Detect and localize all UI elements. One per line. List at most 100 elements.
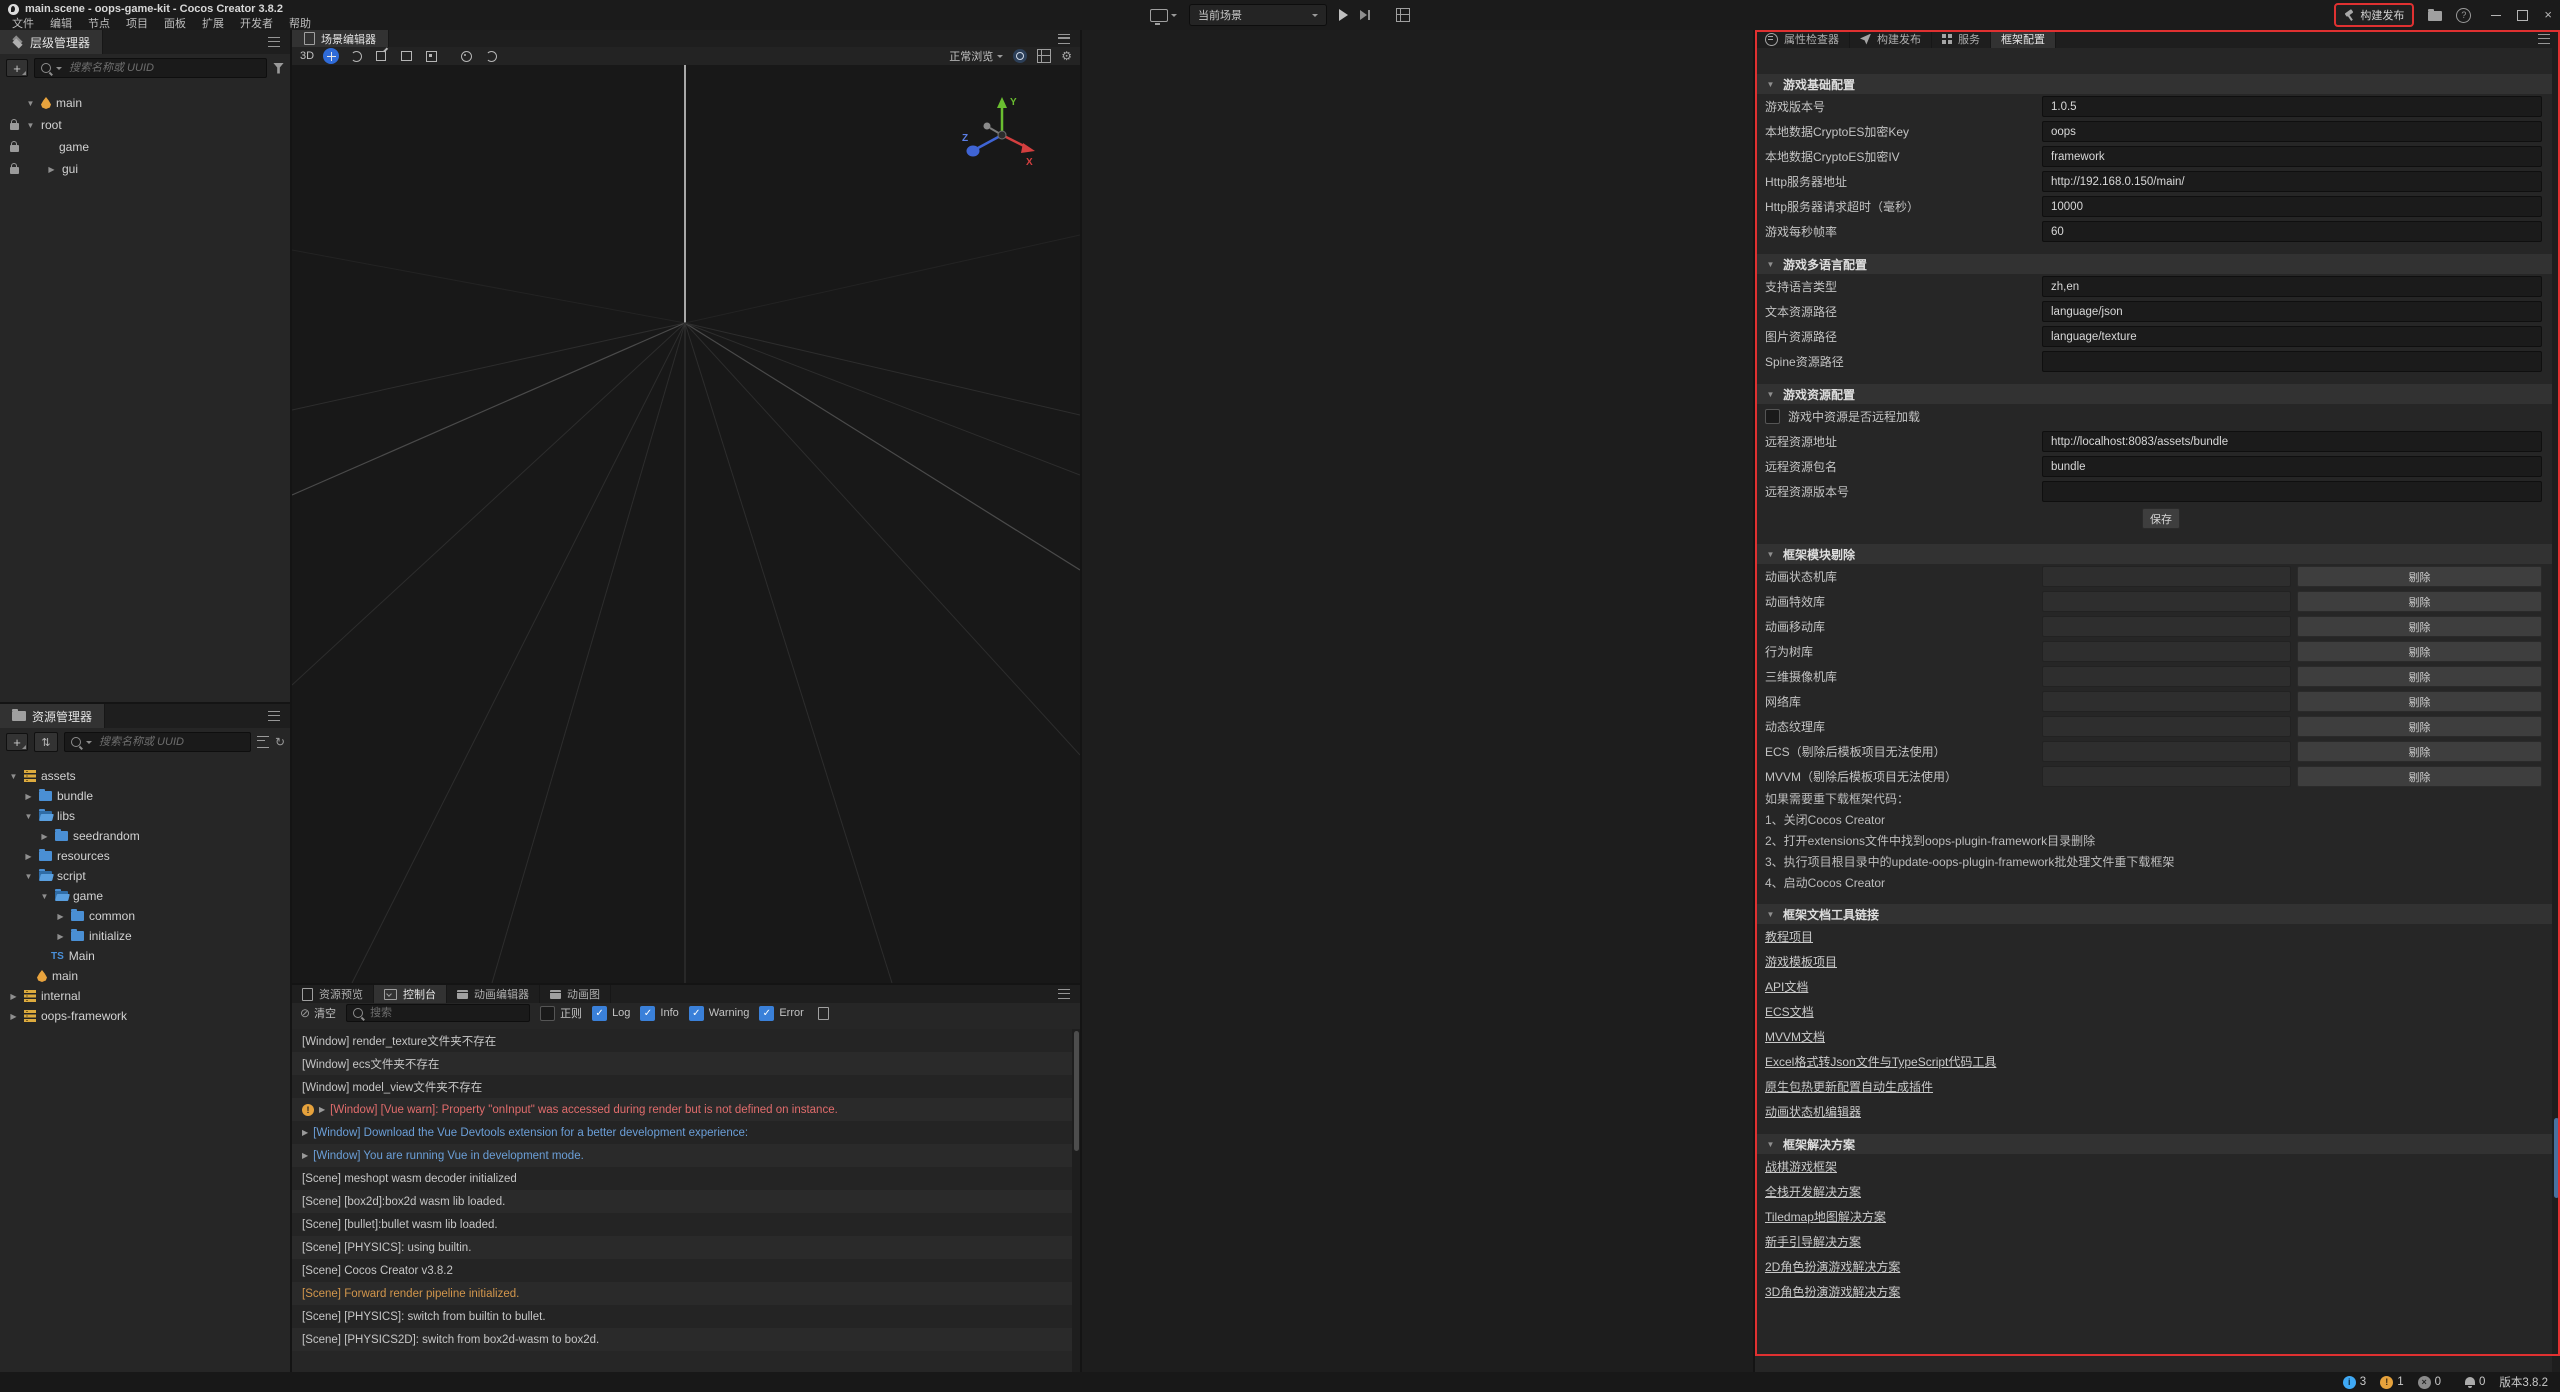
remove-module-button[interactable]: 剔除 xyxy=(2297,591,2542,612)
error-count[interactable]: ×0 xyxy=(2418,1376,2441,1389)
pivot-toggle-button[interactable] xyxy=(458,48,474,64)
build-publish-button[interactable]: 构建发布 xyxy=(2334,3,2414,27)
text-path-input[interactable] xyxy=(2042,301,2542,322)
log-row-info[interactable]: ▶[Window] You are running Vue in develop… xyxy=(292,1144,1072,1167)
chevron-down-icon[interactable]: ▼ xyxy=(8,772,19,781)
minimize-button[interactable] xyxy=(2491,15,2501,16)
crypto-iv-input[interactable] xyxy=(2042,146,2542,167)
log-row[interactable]: [Scene] [PHYSICS]: switch from builtin t… xyxy=(292,1305,1072,1328)
asset-row-assets[interactable]: ▼assets xyxy=(0,766,290,786)
tab-hierarchy[interactable]: 层级管理器 xyxy=(0,30,103,54)
asset-row-common[interactable]: ▶common xyxy=(0,906,290,926)
remove-module-button[interactable]: 剔除 xyxy=(2297,691,2542,712)
collapse-all-icon[interactable] xyxy=(257,736,269,748)
log-row-warning[interactable]: [Scene] Forward render pipeline initiali… xyxy=(292,1282,1072,1305)
filter-log[interactable]: ✓Log xyxy=(592,1006,630,1021)
http-timeout-input[interactable] xyxy=(2042,196,2542,217)
filter-warning[interactable]: ✓Warning xyxy=(689,1006,750,1021)
log-row[interactable]: [Scene] [PHYSICS2D]: switch from box2d-w… xyxy=(292,1328,1072,1351)
console-scrollbar[interactable] xyxy=(1072,1029,1080,1372)
log-row[interactable]: [Window] render_texture文件夹不存在 xyxy=(292,1029,1072,1052)
scene-settings-gear-icon[interactable]: ⚙ xyxy=(1061,50,1072,62)
play-button[interactable] xyxy=(1339,9,1348,21)
remote-version-input[interactable] xyxy=(2042,481,2542,502)
asset-row-initialize[interactable]: ▶initialize xyxy=(0,926,290,946)
asset-row-bundle[interactable]: ▶bundle xyxy=(0,786,290,806)
chevron-down-icon[interactable]: ▼ xyxy=(23,872,34,881)
panel-menu-icon[interactable] xyxy=(2538,34,2550,44)
axis-gizmo[interactable]: Y X Z xyxy=(960,91,1044,175)
help-icon[interactable]: ? xyxy=(2456,8,2471,23)
regex-toggle[interactable]: 正则 xyxy=(540,1005,582,1021)
tab-build-publish[interactable]: 构建发布 xyxy=(1850,30,1932,48)
log-row[interactable]: [Window] model_view文件夹不存在 xyxy=(292,1075,1072,1098)
fps-input[interactable] xyxy=(2042,221,2542,242)
remove-module-button[interactable]: 剔除 xyxy=(2297,616,2542,637)
section-resource-config[interactable]: ▼游戏资源配置 xyxy=(1755,384,2552,404)
game-version-input[interactable] xyxy=(2042,96,2542,117)
sort-assets-button[interactable]: ⇅ xyxy=(34,732,58,752)
expand-chevron-icon[interactable]: ▶ xyxy=(302,1151,308,1160)
rotate-tool-button[interactable] xyxy=(348,48,364,64)
warning-checkbox[interactable]: ✓ xyxy=(689,1006,704,1021)
menu-item-panel[interactable]: 面板 xyxy=(156,15,194,31)
menu-item-project[interactable]: 项目 xyxy=(118,15,156,31)
chevron-right-icon[interactable]: ▶ xyxy=(23,792,34,801)
tab-assets[interactable]: 资源管理器 xyxy=(0,704,105,728)
link-text[interactable]: 全栈开发解决方案 xyxy=(1765,1183,1861,1200)
tab-framework-config[interactable]: 框架配置 xyxy=(1991,30,2056,48)
panel-menu-icon[interactable] xyxy=(1058,34,1070,44)
section-game-basic-config[interactable]: ▼游戏基础配置 xyxy=(1755,74,2552,94)
preview-device-button[interactable] xyxy=(1150,9,1177,22)
scene-select[interactable]: 当前场景 xyxy=(1189,4,1327,26)
layout-grid-icon[interactable] xyxy=(1396,8,1410,22)
tab-animation-editor[interactable]: 动画编辑器 xyxy=(447,985,540,1003)
chevron-right-icon[interactable]: ▶ xyxy=(39,832,50,841)
menu-item-help[interactable]: 帮助 xyxy=(281,15,319,31)
log-row-error[interactable]: !▶[Window] [Vue warn]: Property "onInput… xyxy=(292,1098,1072,1121)
close-button[interactable]: × xyxy=(2544,10,2552,20)
http-server-input[interactable] xyxy=(2042,171,2542,192)
asset-row-oops-framework[interactable]: ▶oops-framework xyxy=(0,1006,290,1026)
error-checkbox[interactable]: ✓ xyxy=(759,1006,774,1021)
assets-search-input[interactable] xyxy=(97,735,244,749)
link-text[interactable]: 战棋游戏框架 xyxy=(1765,1158,1837,1175)
link-text[interactable]: 原生包热更新配置自动生成插件 xyxy=(1765,1078,1933,1095)
expand-chevron-icon[interactable]: ▶ xyxy=(302,1128,308,1137)
log-row[interactable]: [Scene] [box2d]:box2d wasm lib loaded. xyxy=(292,1190,1072,1213)
step-button[interactable] xyxy=(1360,10,1370,20)
section-module-strip[interactable]: ▼框架模块剔除 xyxy=(1755,544,2552,564)
link-text[interactable]: MVVM文档 xyxy=(1765,1028,1825,1045)
lighting-toggle-icon[interactable] xyxy=(1013,49,1027,63)
tab-asset-preview[interactable]: 资源预览 xyxy=(292,985,374,1003)
transform-tool-button[interactable] xyxy=(423,48,439,64)
inspector-scrollbar[interactable] xyxy=(2552,48,2560,1372)
3d-2d-toggle[interactable]: 3D xyxy=(300,50,314,62)
remote-load-checkbox[interactable] xyxy=(1765,409,1780,424)
chevron-right-icon[interactable]: ▶ xyxy=(55,932,66,941)
view-mode-select[interactable]: 正常浏览 xyxy=(949,48,1003,64)
asset-row-libs[interactable]: ▼libs xyxy=(0,806,290,826)
tree-node-gui[interactable]: ▶ gui xyxy=(0,158,290,180)
remote-bundle-input[interactable] xyxy=(2042,456,2542,477)
menu-item-extension[interactable]: 扩展 xyxy=(194,15,232,31)
log-row-info[interactable]: ▶[Window] Download the Vue Devtools exte… xyxy=(292,1121,1072,1144)
chevron-down-icon[interactable]: ▼ xyxy=(23,812,34,821)
lock-icon[interactable] xyxy=(10,145,19,152)
chevron-right-icon[interactable]: ▶ xyxy=(8,992,19,1001)
remove-module-button[interactable]: 剔除 xyxy=(2297,741,2542,762)
lock-icon[interactable] xyxy=(10,167,19,174)
filter-error[interactable]: ✓Error xyxy=(759,1006,803,1021)
open-project-folder-icon[interactable] xyxy=(2428,11,2442,21)
link-text[interactable]: 新手引导解决方案 xyxy=(1765,1233,1861,1250)
link-text[interactable]: Tiledmap地图解决方案 xyxy=(1765,1208,1886,1225)
texture-path-input[interactable] xyxy=(2042,326,2542,347)
asset-row-seedrandom[interactable]: ▶seedrandom xyxy=(0,826,290,846)
filter-info[interactable]: ✓Info xyxy=(640,1006,678,1021)
maximize-button[interactable] xyxy=(2517,10,2528,21)
spine-path-input[interactable] xyxy=(2042,351,2542,372)
log-row[interactable]: [Scene] meshopt wasm decoder initialized xyxy=(292,1167,1072,1190)
log-file-icon[interactable] xyxy=(818,1007,829,1020)
asset-row-main-scene[interactable]: main xyxy=(0,966,290,986)
tree-node-root[interactable]: ▼ root xyxy=(0,114,290,136)
